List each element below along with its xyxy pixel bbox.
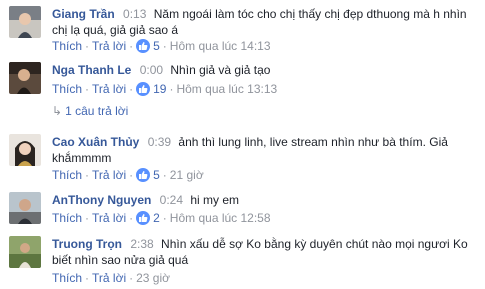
comment-actions: Thích · Trả lời · 23 giờ (52, 271, 170, 285)
video-timestamp[interactable]: 0:00 (140, 63, 163, 77)
comment-time[interactable]: Hôm qua lúc 12:58 (170, 211, 271, 225)
avatar[interactable] (9, 236, 41, 268)
comment-text: hi my em (190, 193, 240, 207)
reply-button[interactable]: Trả lời (92, 82, 126, 96)
avatar[interactable] (9, 192, 41, 224)
like-count[interactable]: 19 (153, 82, 166, 96)
like-button[interactable]: Thích (52, 271, 82, 285)
comment-author[interactable]: AnThony Nguyen (52, 193, 151, 207)
comment-item: Truong Trọn 2:38 Nhìn xấu dễ sợ Ko bằng … (0, 232, 485, 289)
video-timestamp[interactable]: 0:39 (148, 135, 171, 149)
comment-time[interactable]: Hôm qua lúc 13:13 (176, 82, 277, 96)
user-avatar-icon (9, 192, 41, 224)
comment-text: Năm ngoái làm tóc cho chị thấy chị đẹp d… (52, 7, 467, 37)
comment-author[interactable]: Nga Thanh Le (52, 63, 131, 77)
user-avatar-icon (9, 134, 41, 166)
like-button[interactable]: Thích (52, 39, 82, 53)
reply-button[interactable]: Trả lời (92, 168, 126, 182)
comment-actions: Thích · Trả lời · 19 · Hôm qua lúc 13:13 (52, 82, 278, 96)
user-avatar-icon (9, 62, 41, 94)
view-replies-link[interactable]: ↳ 1 câu trả lời (52, 104, 128, 118)
video-timestamp[interactable]: 0:13 (123, 7, 146, 21)
user-avatar-icon (9, 6, 41, 38)
comment-actions: Thích · Trả lời · 5 · 21 giờ (52, 168, 204, 182)
like-count[interactable]: 2 (153, 211, 160, 225)
video-timestamp[interactable]: 2:38 (130, 237, 153, 251)
like-count[interactable]: 5 (153, 39, 160, 53)
comment-item: Cao Xuân Thủy 0:39 ảnh thì lung linh, li… (0, 128, 485, 186)
comment-time[interactable]: 23 giờ (136, 271, 170, 285)
comment-author[interactable]: Truong Trọn (52, 237, 122, 251)
avatar[interactable] (9, 134, 41, 166)
comment-actions: Thích · Trả lời · 5 · Hôm qua lúc 14:13 (52, 39, 271, 53)
replies-label[interactable]: 1 câu trả lời (65, 104, 128, 118)
comment-time[interactable]: Hôm qua lúc 14:13 (170, 39, 271, 53)
comment-actions: Thích · Trả lời · 2 · Hôm qua lúc 12:58 (52, 211, 271, 225)
reply-arrow-icon: ↳ (52, 104, 63, 118)
like-button[interactable]: Thích (52, 168, 82, 182)
like-icon (136, 211, 151, 225)
comment-text: Nhìn giả và giả tạo (170, 63, 271, 77)
reply-button[interactable]: Trả lời (92, 271, 126, 285)
like-icon (136, 82, 151, 96)
like-button[interactable]: Thích (52, 211, 82, 225)
comment-item: Nga Thanh Le 0:00 Nhìn giả và giả tạo Th… (0, 60, 485, 122)
comment-item: AnThony Nguyen 0:24 hi my em Thích · Trả l… (0, 188, 485, 228)
comment-time[interactable]: 21 giờ (170, 168, 204, 182)
like-icon (136, 168, 151, 182)
comment-author[interactable]: Cao Xuân Thủy (52, 135, 139, 149)
video-timestamp[interactable]: 0:24 (160, 193, 183, 207)
like-icon (136, 39, 151, 53)
comment-author[interactable]: Giang Trần (52, 7, 115, 21)
user-avatar-icon (9, 236, 41, 268)
reply-button[interactable]: Trả lời (92, 39, 126, 53)
like-button[interactable]: Thích (52, 82, 82, 96)
comment-list: Giang Trần 0:13 Năm ngoái làm tóc cho ch… (0, 0, 485, 289)
reply-button[interactable]: Trả lời (92, 211, 126, 225)
comment-item: Giang Trần 0:13 Năm ngoái làm tóc cho ch… (0, 0, 485, 58)
like-count[interactable]: 5 (153, 168, 160, 182)
avatar[interactable] (9, 6, 41, 38)
avatar[interactable] (9, 62, 41, 94)
